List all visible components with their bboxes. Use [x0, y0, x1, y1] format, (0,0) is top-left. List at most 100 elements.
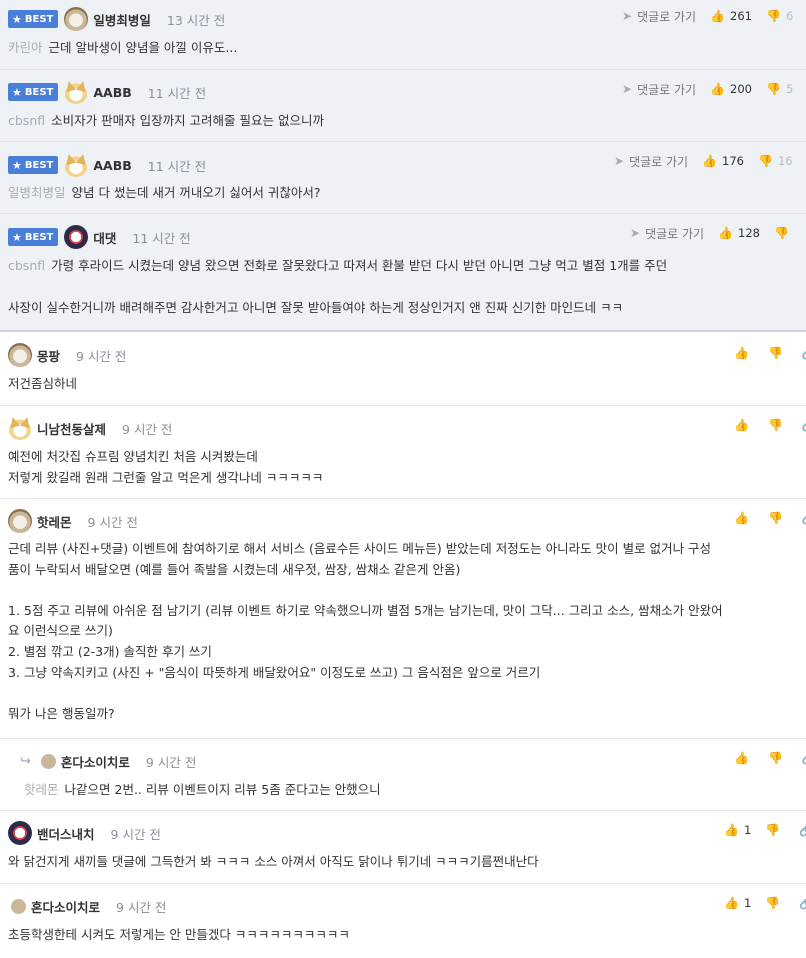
avatar[interactable] — [40, 753, 56, 769]
downvote-button[interactable]: 👎 5 — [766, 82, 793, 96]
comment-actions: 👍1 👎 🔗 — [710, 889, 806, 917]
comment: 핫레몬 9 시간 전 👍 👎 🔗 근데 리뷰 (사진+댓글) 이벤트에 참여하기… — [0, 499, 806, 739]
upvote-button[interactable]: 👍 128 — [718, 226, 760, 240]
link-icon: 🔗 — [802, 511, 806, 525]
star-icon: ★ — [12, 230, 22, 244]
author-name[interactable]: AABB — [93, 85, 131, 100]
upvote-button[interactable]: 👍 — [734, 418, 754, 432]
comment-body: 와 닭건지게 새끼들 댓글에 그득한거 봐 ㅋㅋㅋ 소스 아껴서 아직도 닭이나… — [8, 851, 790, 872]
share-link-button[interactable]: 🔗 — [802, 418, 806, 432]
best-label: BEST — [24, 159, 54, 171]
mention[interactable]: cbsnfl — [8, 258, 45, 273]
avatar[interactable] — [8, 416, 32, 440]
author-name[interactable]: 혼다소이치로 — [61, 752, 130, 771]
send-icon: ➤ — [622, 82, 633, 96]
comment-header: 혼다소이치로 9 시간 전 — [8, 892, 166, 920]
share-link-button[interactable]: 🔗 — [802, 751, 806, 765]
timestamp: 13 시간 전 — [166, 12, 226, 28]
upvote-button[interactable]: 👍 — [734, 346, 754, 360]
thumb-up-icon: 👍 — [718, 226, 734, 240]
comment: 밴더스내치 9 시간 전 👍1 👎 🔗 와 닭건지게 새끼들 댓글에 그득한거 … — [0, 811, 806, 884]
thumb-down-icon: 👎 — [765, 9, 781, 23]
share-link-button[interactable]: 🔗 — [802, 511, 806, 525]
link-icon: 🔗 — [802, 751, 806, 765]
author-name[interactable]: 핫레몬 — [37, 512, 72, 531]
author-name[interactable]: 몽팡 — [37, 346, 60, 365]
comment-line: 사장이 실수한거니까 배려해주면 감사한거고 아니면 잘못 받아들여야 하는게 … — [8, 300, 624, 315]
goto-comment-link[interactable]: ➤ 댓글로 가기 — [622, 81, 696, 98]
mention[interactable]: 일병최병일 — [8, 185, 66, 200]
goto-comment-link[interactable]: ➤ 댓글로 가기 — [622, 8, 696, 25]
author-name[interactable]: 일병최병일 — [93, 10, 151, 29]
downvote-button[interactable]: 👎 — [765, 823, 785, 837]
comment-actions: ➤댓글로 가기 👍176 👎16 🔗 — [614, 147, 806, 175]
downvote-button[interactable]: 👎 — [774, 226, 794, 240]
downvote-button[interactable]: 👎 16 — [758, 154, 793, 168]
comment-actions: 👍 👎 🔗 — [720, 411, 806, 439]
best-comment: ★BEST AABB 11 시간 전 ➤댓글로 가기 👍176 👎16 🔗 일병… — [0, 142, 806, 214]
author-name[interactable]: 밴더스내치 — [37, 824, 95, 843]
comment-body: 예전에 처갓집 슈프림 양념치킨 처음 시켜봤는데 저렇게 왔길래 원래 그런줄… — [8, 446, 790, 488]
link-icon: 🔗 — [799, 823, 806, 837]
avatar[interactable] — [64, 7, 89, 31]
avatar[interactable] — [11, 898, 26, 914]
thumb-down-icon: 👎 — [767, 346, 783, 360]
downvote-button[interactable]: 👎 6 — [766, 9, 793, 23]
share-link-button[interactable]: 🔗 — [799, 896, 806, 910]
comment-body: 저건좀심하네 — [8, 373, 790, 394]
comment-line: 3. 그냥 약속지키고 (사진 + "음식이 따뜻하게 배달왔어요" 이정도로 … — [8, 664, 541, 680]
avatar[interactable] — [64, 153, 89, 177]
upvote-button[interactable]: 👍 — [734, 751, 754, 765]
upvote-button[interactable]: 👍 — [734, 511, 754, 525]
goto-comment-link[interactable]: ➤ 댓글로 가기 — [630, 225, 704, 242]
upvote-count: 1 — [743, 823, 752, 837]
comment-body: 카린아 근데 알바생이 양념을 아낄 이유도... — [8, 37, 790, 58]
upvote-button[interactable]: 👍 1 — [724, 823, 751, 837]
author-name[interactable]: 혼다소이치로 — [31, 897, 100, 916]
downvote-button[interactable]: 👎 — [768, 511, 788, 525]
timestamp: 11 시간 전 — [147, 85, 207, 101]
share-link-button[interactable]: 🔗 — [799, 823, 806, 837]
author-name[interactable]: 대댓 — [93, 228, 116, 247]
avatar[interactable] — [8, 509, 32, 533]
comment-header: ★ BEST AABB 11 시간 전 — [8, 151, 206, 179]
downvote-button[interactable]: 👎 — [768, 751, 788, 765]
avatar[interactable] — [8, 821, 32, 845]
comment-header: ↪ 혼다소이치로 9 시간 전 — [20, 747, 196, 775]
mention[interactable]: cbsnfl — [8, 113, 45, 128]
goto-comment-link[interactable]: ➤ 댓글로 가기 — [614, 153, 688, 170]
share-link-button[interactable]: 🔗 — [802, 346, 806, 360]
mention[interactable]: 카린아 — [8, 40, 43, 55]
upvote-count: 128 — [738, 226, 760, 240]
comment-line — [8, 580, 790, 601]
timestamp: 9 시간 전 — [76, 348, 127, 364]
avatar[interactable] — [8, 343, 32, 367]
comment-text: 양념 다 썼는데 새거 꺼내오기 싫어서 귀찮아서? — [71, 185, 321, 200]
mention[interactable]: 핫레몬 — [24, 782, 59, 797]
comment-line — [8, 683, 790, 704]
downvote-button[interactable]: 👎 — [765, 896, 785, 910]
upvote-button[interactable]: 👍 176 — [702, 154, 744, 168]
goto-label: 댓글로 가기 — [629, 154, 689, 169]
downvote-button[interactable]: 👎 — [768, 418, 788, 432]
upvote-button[interactable]: 👍 1 — [724, 896, 751, 910]
upvote-button[interactable]: 👍 200 — [710, 82, 752, 96]
best-label: BEST — [24, 13, 54, 25]
send-icon: ➤ — [630, 226, 641, 240]
comment-line: 근데 리뷰 (사진+댓글) 이벤트에 참여하기로 해서 서비스 (음료수든 사이… — [8, 541, 712, 556]
upvote-button[interactable]: 👍 261 — [710, 9, 752, 23]
thumb-down-icon: 👎 — [765, 896, 781, 910]
author-name[interactable]: 니남천동살제 — [37, 419, 106, 438]
comment-text: 나같으면 2번.. 리뷰 이벤트이지 리뷰 5좀 준다고는 안했으니 — [64, 782, 381, 797]
comment-line: 저건좀심하네 — [8, 376, 78, 391]
comment-body: cbsnfl 소비자가 판매자 입장까지 고려해줄 필요는 없으니까 — [8, 110, 790, 131]
downvote-count: 6 — [785, 9, 794, 23]
comment-actions: 👍1 👎 🔗 — [710, 816, 806, 844]
best-comment: ★BEST 일병최병일 13 시간 전 ➤댓글로 가기 👍261 👎6 🔗 카린… — [0, 0, 806, 70]
star-icon: ★ — [12, 158, 22, 172]
avatar[interactable] — [64, 225, 89, 249]
author-name[interactable]: AABB — [93, 158, 131, 173]
avatar[interactable] — [64, 80, 89, 104]
comment-text: 가령 후라이드 시켰는데 양념 왔으면 전화로 잘못왔다고 따져서 환불 받던 … — [51, 258, 668, 273]
downvote-button[interactable]: 👎 — [768, 346, 788, 360]
